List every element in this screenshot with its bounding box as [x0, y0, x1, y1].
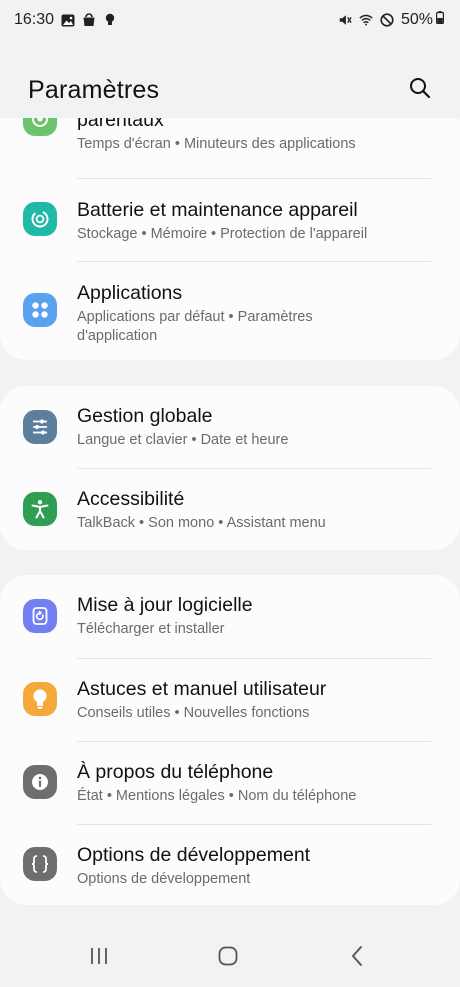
settings-item-title: Batterie et maintenance appareil	[77, 199, 358, 221]
search-button[interactable]	[406, 76, 434, 104]
general-management-icon	[23, 410, 57, 444]
navigation-bar	[0, 928, 460, 987]
settings-item-applications[interactable]: Applications Applications par défaut • P…	[0, 262, 460, 360]
page-title: Paramètres	[28, 75, 160, 104]
accessibility-icon	[23, 492, 57, 526]
settings-item-tips[interactable]: Astuces et manuel utilisateur Conseils u…	[0, 659, 460, 741]
settings-item-subtitle: Applications par défaut • Paramètres d'a…	[77, 309, 313, 344]
settings-item-title: Options de développement	[77, 844, 311, 866]
developer-options-icon	[23, 847, 57, 881]
settings-item-title: Applications	[77, 282, 183, 304]
settings-item-title: parentaux	[77, 118, 164, 131]
home-icon	[218, 946, 238, 971]
parental-controls-icon	[23, 118, 57, 136]
settings-item-accessibility[interactable]: Accessibilité TalkBack • Son mono • Assi…	[0, 469, 460, 550]
back-button[interactable]	[335, 936, 379, 980]
mute-icon	[338, 13, 352, 27]
gallery-notification-icon	[61, 13, 75, 27]
settings-item-software-update[interactable]: Mise à jour logicielle Télécharger et in…	[0, 575, 460, 658]
settings-item-title: Accessibilité	[77, 488, 185, 510]
header: Paramètres	[0, 60, 460, 120]
settings-item-subtitle: Conseils utiles • Nouvelles fonctions	[77, 705, 310, 721]
settings-item-subtitle: Stockage • Mémoire • Protection de l'app…	[77, 226, 368, 242]
shopping-bag-icon	[82, 13, 96, 27]
back-icon	[350, 945, 364, 972]
settings-item-subtitle: État • Mentions légales • Nom du télépho…	[77, 788, 357, 804]
settings-item-subtitle: Options de développement	[77, 871, 251, 887]
settings-item-title: Mise à jour logicielle	[77, 594, 253, 616]
do-not-disturb-icon	[380, 13, 394, 27]
settings-item-about-phone[interactable]: À propos du téléphone État • Mentions lé…	[0, 742, 460, 824]
battery-percentage: 50%	[400, 11, 433, 28]
bulb-notification-icon	[103, 13, 117, 27]
search-icon	[408, 76, 432, 105]
settings-item-general-management[interactable]: Gestion globale Langue et clavier • Date…	[0, 386, 460, 468]
settings-item-developer-options[interactable]: Options de développement Options de déve…	[0, 825, 460, 905]
settings-item-subtitle: Langue et clavier • Date et heure	[77, 432, 289, 448]
settings-item-parental-controls[interactable]: parentaux Temps d'écran • Minuteurs des …	[0, 118, 460, 168]
status-bar: 16:30 50%	[0, 0, 460, 40]
software-update-icon	[23, 599, 57, 633]
settings-list[interactable]: parentaux Temps d'écran • Minuteurs des …	[0, 118, 460, 918]
about-phone-icon	[23, 765, 57, 799]
recent-apps-icon	[89, 947, 109, 970]
settings-item-battery[interactable]: Batterie et maintenance appareil Stockag…	[0, 179, 460, 261]
settings-item-subtitle: TalkBack • Son mono • Assistant menu	[77, 515, 326, 531]
tips-icon	[23, 682, 57, 716]
settings-item-title: Astuces et manuel utilisateur	[77, 678, 327, 700]
settings-item-subtitle: Temps d'écran • Minuteurs des applicatio…	[77, 136, 356, 152]
settings-item-title: Gestion globale	[77, 405, 213, 427]
apps-icon	[23, 293, 57, 327]
wifi-icon	[359, 13, 373, 27]
settings-item-subtitle: Télécharger et installer	[77, 621, 225, 637]
recent-apps-button[interactable]	[77, 936, 121, 980]
status-time: 16:30	[14, 11, 55, 28]
battery-icon	[436, 11, 445, 29]
home-button[interactable]	[206, 936, 250, 980]
settings-item-title: À propos du téléphone	[77, 761, 274, 783]
device-care-icon	[23, 202, 57, 236]
